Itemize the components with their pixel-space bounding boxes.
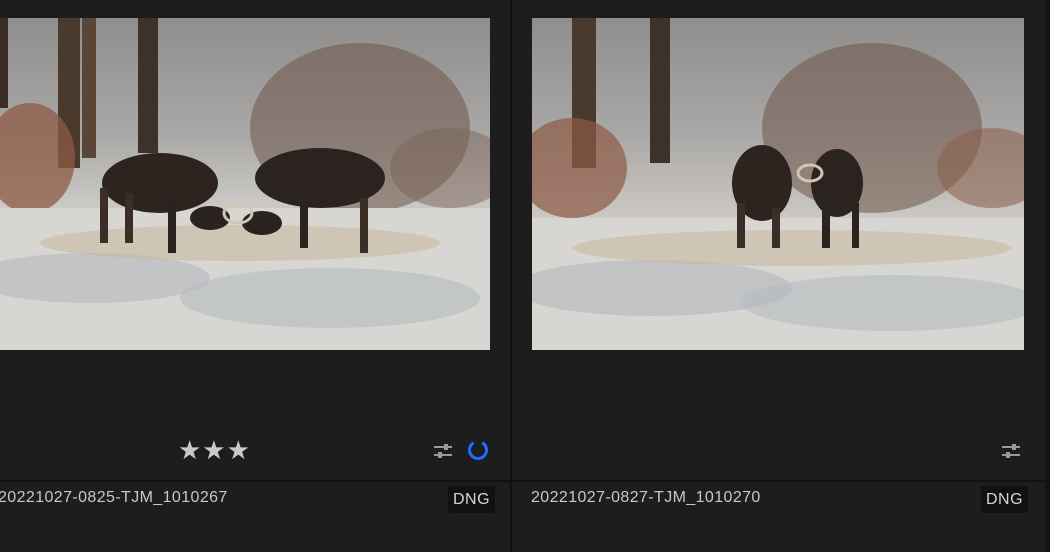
column-divider (1045, 0, 1050, 552)
column-divider (510, 0, 512, 552)
sync-progress-icon (468, 440, 488, 460)
photo-thumbnail[interactable] (0, 18, 490, 350)
star-rating[interactable]: ★★★ (178, 436, 251, 466)
adjustments-sliders-icon[interactable] (433, 441, 453, 461)
file-format-badge: DNG (981, 486, 1029, 513)
photo-grid: ★★★ 20221027-0825-TJM_1010267 DNG 202210… (0, 0, 1050, 552)
photo-filename: 20221027-0827-TJM_1010270 (531, 489, 761, 506)
photo-cell[interactable]: ★★★ 20221027-0825-TJM_1010267 DNG (0, 0, 510, 552)
photo-filename: 20221027-0825-TJM_1010267 (0, 489, 228, 506)
photo-cell[interactable]: 20221027-0827-TJM_1010270 DNG (512, 0, 1045, 552)
file-format-badge: DNG (448, 486, 496, 513)
photo-thumbnail[interactable] (532, 18, 1024, 350)
row-divider (0, 480, 1050, 482)
adjustments-sliders-icon[interactable] (1001, 441, 1021, 461)
